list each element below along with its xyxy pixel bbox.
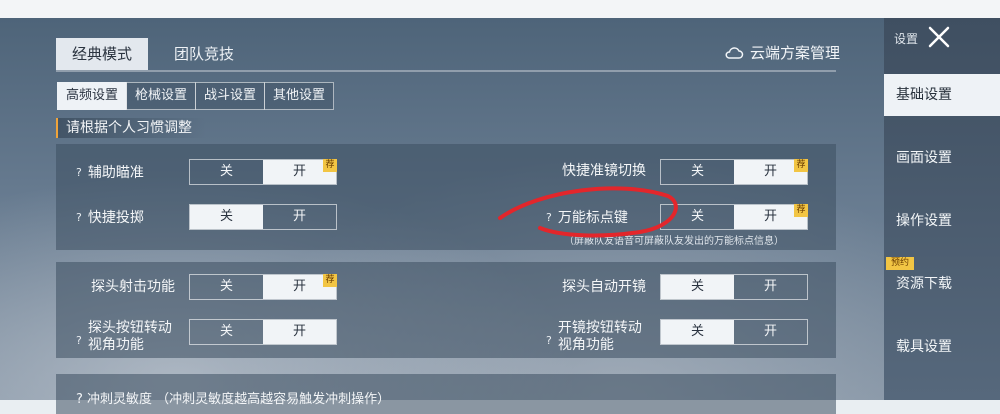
toggle-on-option[interactable]: 开荐 — [734, 204, 808, 229]
recommend-badge: 荐 — [323, 159, 337, 172]
universal-marker-label: 万能标点键 — [557, 210, 628, 226]
aim-assist-label: 辅助瞄准 — [87, 165, 144, 181]
cloud-label: 云端方案管理 — [750, 44, 841, 62]
cloud-scheme-management[interactable]: 云端方案管理 — [724, 42, 840, 63]
help-icon[interactable]: ? — [76, 334, 82, 347]
quick-throw-row: ? 快捷投掷 — [76, 207, 144, 227]
peek-button-rotate-label: 探头按钮转动 视角功能 — [87, 320, 172, 353]
cloud-icon — [725, 46, 744, 59]
tab-classic-mode[interactable]: 经典模式 — [56, 38, 148, 70]
toggle-on-option[interactable]: 开 — [734, 320, 807, 344]
tab-other-settings[interactable]: 其他设置 — [264, 82, 335, 110]
help-icon[interactable]: ? — [76, 211, 82, 224]
sub-tabs: 高频设置 枪械设置 战斗设置 其他设置 — [57, 82, 335, 110]
toggle-off-option[interactable]: 关 — [190, 160, 263, 184]
universal-marker-note: （屏蔽队友语音可屏蔽队友发出的万能标点信息） — [564, 236, 784, 247]
section-hint: 请根据个人习惯调整 — [56, 118, 206, 138]
top-strip — [0, 0, 1000, 18]
help-icon[interactable]: ? — [76, 166, 82, 179]
tab-weapon-settings[interactable]: 枪械设置 — [126, 82, 197, 110]
toggle-on-option[interactable]: 开 — [734, 275, 807, 299]
quick-throw-toggle[interactable]: 关 开 — [189, 204, 337, 230]
sidebar-item-display-settings[interactable]: 画面设置 — [884, 137, 1000, 179]
toggle-off-option[interactable]: 关 — [190, 275, 263, 299]
toggle-on-option[interactable]: 开荐 — [263, 274, 337, 299]
universal-marker-toggle[interactable]: 关 开荐 — [660, 204, 808, 230]
settings-title: 设置 — [894, 32, 919, 46]
sidebar-item-vehicle-settings[interactable]: 载具设置 — [884, 326, 1000, 368]
peek-button-rotate-toggle[interactable]: 关 开 — [189, 319, 337, 345]
toggle-on-option[interactable]: 开 — [263, 320, 336, 344]
tab-divider — [56, 70, 836, 72]
peek-auto-scope-label: 探头自动开镜 — [562, 279, 646, 295]
quick-scope-switch-label: 快捷准镜切换 — [562, 163, 646, 179]
help-icon[interactable]: ? — [546, 211, 552, 224]
tab-combat-settings[interactable]: 战斗设置 — [195, 82, 266, 110]
peek-fire-toggle[interactable]: 关 开荐 — [189, 274, 337, 300]
recommend-badge: 荐 — [323, 274, 337, 287]
peek-auto-scope-toggle[interactable]: 关 开 — [660, 274, 808, 300]
help-icon[interactable]: ? — [546, 334, 552, 347]
toggle-off-option[interactable]: 关 — [190, 320, 263, 344]
toggle-off-option[interactable]: 关 — [661, 160, 734, 184]
sidebar-item-resource-download[interactable]: 资源下载 — [884, 263, 1000, 305]
close-icon[interactable] — [924, 22, 954, 52]
toggle-on-option[interactable]: 开 — [263, 205, 336, 229]
toggle-on-option[interactable]: 开荐 — [263, 159, 337, 184]
recommend-badge: 荐 — [794, 204, 808, 217]
quick-throw-label: 快捷投掷 — [87, 210, 144, 226]
scope-button-rotate-label: 开镜按钮转动 视角功能 — [557, 320, 642, 353]
aim-assist-row: ? 辅助瞄准 — [76, 162, 144, 182]
sidebar-item-control-settings[interactable]: 操作设置 — [884, 200, 1000, 242]
scope-button-rotate-toggle[interactable]: 关 开 — [660, 319, 808, 345]
peek-fire-label: 探头射击功能 — [91, 279, 175, 295]
toggle-off-option[interactable]: 关 — [661, 275, 734, 299]
tab-frequent-settings[interactable]: 高频设置 — [57, 82, 128, 110]
toggle-on-option[interactable]: 开荐 — [734, 159, 808, 184]
universal-marker-row: ? 万能标点键 — [546, 207, 628, 227]
quick-scope-switch-toggle[interactable]: 关 开荐 — [660, 159, 808, 185]
peek-button-rotate-row: ? 探头按钮转动 视角功能 — [76, 320, 172, 354]
recommend-badge: 荐 — [794, 159, 808, 172]
mode-tabs: 经典模式 团队竞技 — [56, 38, 252, 70]
tab-team-deathmatch[interactable]: 团队竞技 — [156, 38, 252, 70]
toggle-off-option[interactable]: 关 — [661, 320, 734, 344]
scope-button-rotate-row: ? 开镜按钮转动 视角功能 — [546, 320, 642, 354]
toggle-off-option[interactable]: 关 — [661, 205, 734, 229]
sidebar-item-basic-settings[interactable]: 基础设置 — [884, 74, 1000, 116]
aim-assist-toggle[interactable]: 关 开荐 — [189, 159, 337, 185]
toggle-off-option[interactable]: 关 — [190, 205, 263, 229]
